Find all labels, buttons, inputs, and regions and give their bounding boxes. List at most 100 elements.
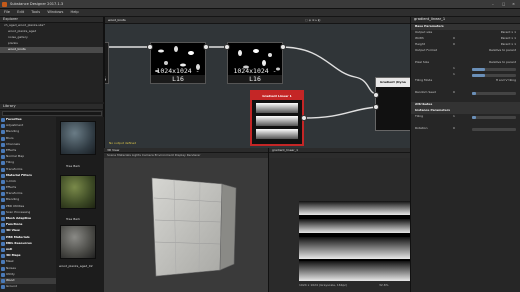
property-slider[interactable] (472, 127, 516, 131)
property-value[interactable]: 1 (453, 114, 455, 118)
menu-display[interactable]: Display (175, 153, 186, 157)
slider-fill (472, 115, 477, 119)
library-thumbnails: Tree Bark Tree Bark wood_planks_aged_02 (56, 117, 104, 292)
category-label: mdl (6, 246, 13, 251)
library-category[interactable]: Ground (0, 284, 56, 290)
menu-bar: File Edit Tools Windows Help (0, 9, 520, 17)
property-dropdown[interactable]: Relative to parent (489, 48, 516, 52)
close-button[interactable]: × (512, 2, 515, 7)
menu-edit[interactable]: Edit (17, 10, 24, 14)
property-row (411, 132, 520, 138)
category-icon (1, 148, 5, 153)
3d-view-panel[interactable]: 3D View Scene Materials Lights Camera En… (104, 148, 269, 292)
node-title: Gradient (Dyna (380, 80, 406, 84)
property-value[interactable]: 0 (453, 42, 455, 46)
category-icon (1, 247, 5, 252)
menu-camera[interactable]: Camera (142, 153, 154, 157)
property-value[interactable]: 0 (453, 36, 455, 40)
menu-materials[interactable]: Materials (117, 153, 131, 157)
2d-zoom-level[interactable]: 32.6% (379, 283, 389, 287)
category-icon (1, 186, 5, 191)
property-slider[interactable] (472, 67, 516, 71)
input-port[interactable] (224, 44, 230, 50)
category-label: Effects (6, 185, 17, 190)
tree-item-selected[interactable]: wood_knots (0, 47, 103, 53)
library-panel: Library Favorites Adjustment Blending Blurs… (0, 104, 104, 292)
category-label: Mesh Adaptive (6, 216, 32, 220)
node-thumbnail (256, 129, 298, 139)
category-label: Material Filters (6, 172, 32, 177)
material-thumbnail[interactable] (60, 121, 96, 155)
property-value[interactable]: 0 (453, 90, 455, 94)
category-icon (1, 278, 5, 283)
gradient-preview[interactable] (299, 201, 410, 281)
property-dropdown[interactable]: Parent x 1 (501, 42, 516, 46)
property-label: Output Format (415, 48, 437, 52)
2d-view-status: 1024 x 1024 (Grayscale, 16bpc) (299, 283, 348, 287)
gradient-dynamic-node[interactable]: Gradient (Dyna (375, 77, 410, 131)
property-label: Base Parameters (415, 24, 444, 28)
menu-renderer[interactable]: Renderer (187, 153, 201, 157)
category-label: Transforms (6, 166, 23, 171)
property-label: Attributes (415, 102, 433, 106)
menu-tools[interactable]: Tools (31, 10, 40, 14)
gradient-linear-node[interactable]: Gradient Linear 1 (250, 90, 304, 146)
minimize-button[interactable]: – (492, 2, 494, 7)
menu-windows[interactable]: Windows (47, 10, 63, 14)
category-icon (1, 173, 5, 178)
property-dropdown[interactable]: Relative to parent (489, 60, 516, 64)
category-icon (1, 161, 5, 166)
graph-node-noise[interactable]: 1024x1024 - L16 (150, 42, 206, 84)
3d-cube-preview[interactable] (104, 158, 269, 292)
material-thumbnail[interactable] (60, 225, 96, 259)
property-label: Random Seed (415, 90, 436, 94)
category-icon (1, 235, 5, 240)
output-port[interactable] (280, 44, 286, 50)
2d-view-toolbar (269, 153, 410, 158)
property-dropdown[interactable]: Parent x 1 (501, 30, 516, 34)
property-slider[interactable] (472, 73, 516, 77)
output-port[interactable] (203, 44, 209, 50)
menu-file[interactable]: File (4, 10, 10, 14)
property-value[interactable]: 1 (453, 66, 455, 70)
output-port[interactable] (301, 115, 307, 121)
graph-view[interactable]: wood_knots ▢ ◈ ⊕ ▸ ◐ 16 1024x1024 - L16 (104, 17, 410, 148)
app-logo-icon (2, 2, 7, 7)
library-search-input[interactable] (2, 111, 102, 116)
graph-node-noise[interactable]: 1024x1024 - L16 (227, 42, 283, 84)
menu-scene[interactable]: Scene (107, 153, 116, 157)
menu-environment[interactable]: Environment (155, 153, 174, 157)
node-thumbnail (256, 103, 298, 113)
node-header: Gradient (Dyna (376, 78, 410, 87)
input-port[interactable] (147, 44, 153, 50)
property-slider[interactable] (472, 115, 516, 119)
slider-fill (472, 91, 477, 95)
menu-help[interactable]: Help (71, 10, 79, 14)
graph-node-partial[interactable]: 16 (105, 42, 109, 84)
property-value[interactable]: 0 (453, 126, 455, 130)
category-label: 1-Click (6, 178, 17, 183)
node-header: Gradient Linear 1 (252, 92, 302, 100)
property-label: Height (415, 42, 425, 46)
maximize-button[interactable]: □ (502, 2, 505, 7)
material-thumbnail[interactable] (60, 175, 96, 209)
category-icon (1, 179, 5, 184)
category-icon (1, 204, 5, 209)
2d-view-panel[interactable]: gradient_linear_1 1024 x 1024 (Grayscale… (269, 148, 410, 292)
category-label: Blurs (6, 135, 14, 140)
category-label: 3D Maps (6, 253, 21, 258)
property-dropdown[interactable]: H and V tiling (496, 78, 516, 82)
property-slider[interactable] (472, 91, 516, 95)
library-header: Library (0, 104, 103, 110)
property-label: Instance Parameters (415, 108, 451, 112)
properties-rows: Base Parameters Output size Parent x 1 Widt… (411, 24, 520, 138)
input-port[interactable] (373, 104, 379, 110)
property-dropdown[interactable]: Parent x 1 (501, 36, 516, 40)
category-label: Blending (6, 129, 20, 134)
category-label: PBR Utilities (6, 203, 25, 208)
input-port[interactable] (373, 92, 379, 98)
category-label: Noises (6, 265, 16, 270)
menu-lights[interactable]: Lights (132, 153, 141, 157)
connection-wire (279, 46, 378, 96)
property-value[interactable]: 1 (453, 72, 455, 76)
